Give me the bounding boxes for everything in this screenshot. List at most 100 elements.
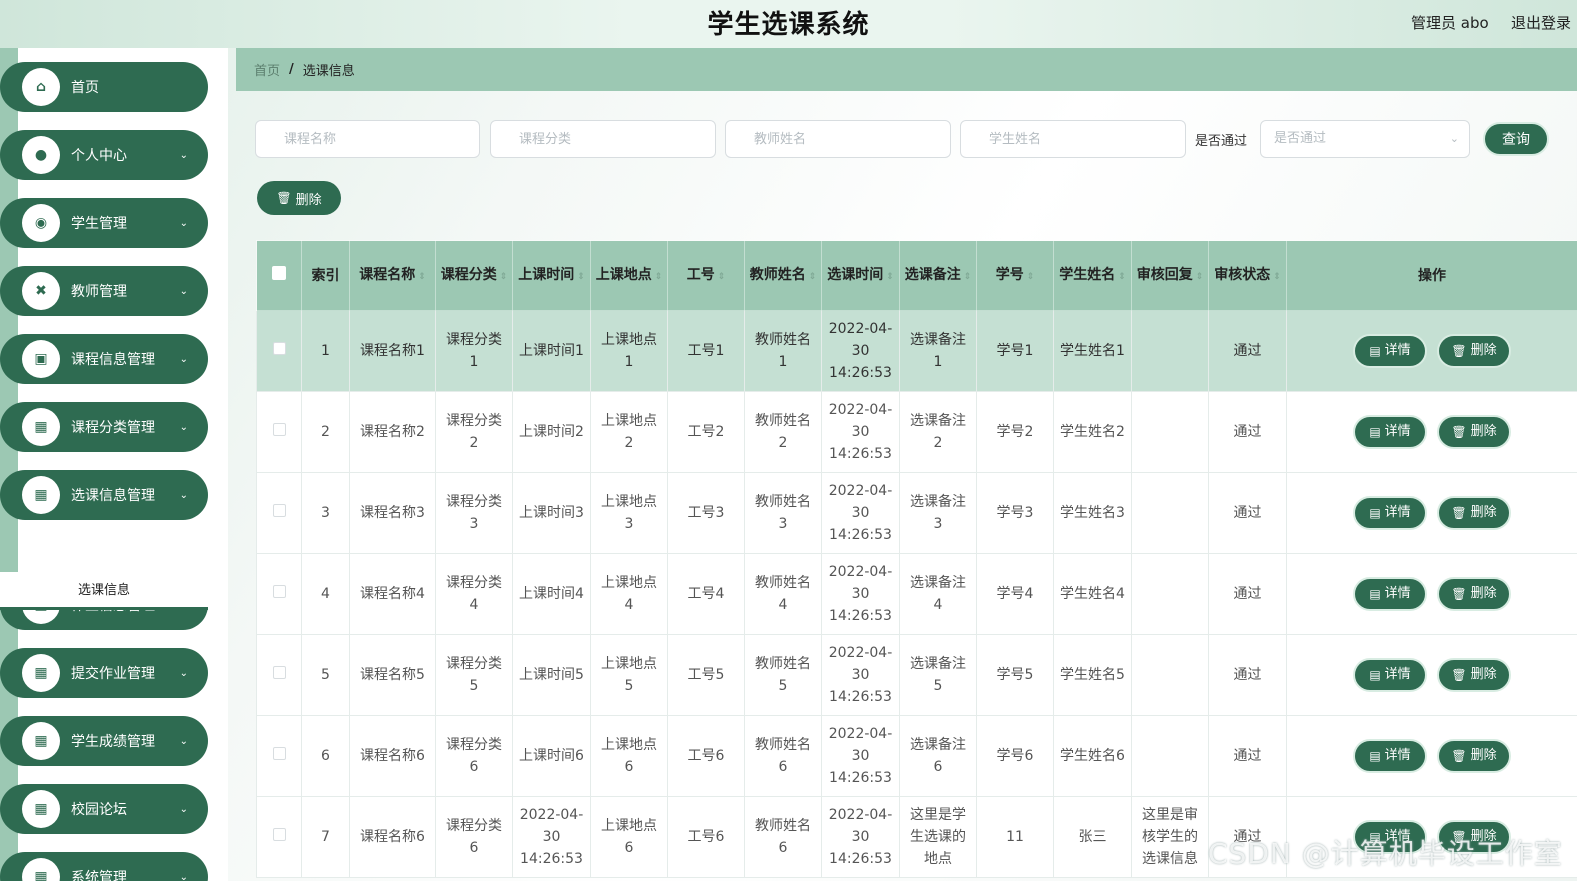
cell-class-time: 上课时间2: [512, 391, 591, 473]
row-checkbox[interactable]: [272, 828, 286, 841]
sort-icon[interactable]: ⇕: [809, 272, 817, 282]
table-header-row: 索引 课程名称 ⇕ 课程分类 ⇕ 上课时间 ⇕ 上课地点 ⇕ 工号 ⇕ 教师姓名 ⇕ 选课时间 ⇕ 选课备注 ⇕…: [256, 240, 1577, 311]
column-header[interactable]: 索引: [301, 240, 350, 311]
teacher-name-input[interactable]: [725, 120, 951, 158]
delete-button[interactable]: 🗑 删除: [1437, 739, 1511, 773]
passed-select[interactable]: 是否通过 ⌄: [1260, 120, 1470, 158]
sort-icon[interactable]: ⇕: [500, 272, 508, 282]
sidebar-item-11[interactable]: ▦ 系统管理 ⌄: [0, 852, 208, 881]
logout-button[interactable]: 退出登录: [1511, 12, 1571, 33]
cell-class-time: 上课时间5: [512, 634, 591, 716]
sidebar-item-label: 提交作业管理: [71, 666, 155, 682]
cell-student-name: 学生姓名1: [1053, 310, 1132, 392]
column-header[interactable]: 学生姓名 ⇕: [1053, 240, 1132, 311]
select-all-checkbox[interactable]: [272, 265, 286, 280]
trash-icon: 🗑: [276, 191, 292, 205]
breadcrumb: 首页 / 选课信息: [236, 48, 1577, 91]
course-name-input[interactable]: [255, 120, 480, 158]
sort-icon[interactable]: ⇕: [1027, 272, 1035, 282]
cell-select-time: 2022-04-30 14:26:53: [821, 391, 900, 473]
sort-icon[interactable]: ⇕: [655, 272, 663, 282]
sort-icon[interactable]: ⇕: [577, 272, 585, 282]
delete-button[interactable]: 🗑 删除: [1437, 577, 1511, 611]
cell-review-reply: [1131, 472, 1209, 554]
column-header[interactable]: 上课地点 ⇕: [590, 240, 668, 311]
column-header[interactable]: 选课备注 ⇕: [899, 240, 977, 311]
cell-teacher-id: 工号4: [667, 553, 745, 635]
row-checkbox-cell[interactable]: [256, 796, 302, 878]
sidebar-item-4[interactable]: ▣ 课程信息管理 ⌄: [0, 334, 208, 384]
row-checkbox-cell[interactable]: [256, 472, 302, 554]
sidebar-item-label: 课程分类管理: [71, 420, 155, 436]
detail-button[interactable]: ▤ 详情: [1353, 334, 1427, 368]
query-button[interactable]: 查询: [1483, 122, 1549, 156]
sidebar-item-9[interactable]: ▦ 学生成绩管理 ⌄: [0, 716, 208, 766]
row-checkbox-cell[interactable]: [256, 553, 302, 635]
chevron-down-icon: ⌄: [179, 667, 188, 679]
detail-button[interactable]: ▤ 详情: [1353, 739, 1427, 773]
course-category-input[interactable]: [490, 120, 716, 158]
sort-icon[interactable]: ⇕: [1273, 272, 1281, 282]
row-checkbox[interactable]: [272, 585, 286, 598]
cell-course-name: 课程名称6: [349, 796, 436, 878]
sort-icon[interactable]: ⇕: [1118, 272, 1126, 282]
cell-class-place: 上课地点6: [590, 796, 668, 878]
submenu-item-course-selection[interactable]: 选课信息: [0, 572, 208, 610]
sidebar-item-0[interactable]: ⌂ 首页: [0, 62, 208, 112]
sort-icon[interactable]: ⇕: [418, 272, 426, 282]
column-header-label: 上课时间: [518, 266, 575, 283]
row-checkbox-cell[interactable]: [256, 715, 302, 797]
delete-button[interactable]: 🗑 删除: [1437, 658, 1511, 692]
sort-icon[interactable]: ⇕: [1196, 272, 1204, 282]
cell-class-time: 上课时间3: [512, 472, 591, 554]
row-checkbox[interactable]: [272, 504, 286, 517]
column-header[interactable]: 工号 ⇕: [667, 240, 745, 311]
row-checkbox-cell[interactable]: [256, 634, 302, 716]
column-header[interactable]: 课程分类 ⇕: [435, 240, 513, 311]
detail-button[interactable]: ▤ 详情: [1353, 496, 1427, 530]
table-row: 6 课程名称6 课程分类6 上课时间6 上课地点6 工号6 教师姓名6 2022-04-30 …: [256, 715, 1577, 797]
row-checkbox[interactable]: [272, 342, 286, 355]
sidebar-item-5[interactable]: ▦ 课程分类管理 ⌄: [0, 402, 208, 452]
row-checkbox-cell[interactable]: [256, 310, 302, 392]
column-header-label: 上课地点: [595, 266, 652, 283]
detail-button[interactable]: ▤ 详情: [1353, 658, 1427, 692]
chevron-down-icon: ⌄: [179, 803, 188, 815]
sidebar-item-1[interactable]: ● 个人中心 ⌄: [0, 130, 208, 180]
delete-button[interactable]: 🗑 删除: [1437, 334, 1511, 368]
select-all-checkbox-cell[interactable]: [256, 240, 302, 311]
column-header[interactable]: 上课时间 ⇕: [512, 240, 591, 311]
detail-button[interactable]: ▤ 详情: [1353, 577, 1427, 611]
student-name-input[interactable]: [960, 120, 1186, 158]
sort-icon[interactable]: ⇕: [718, 272, 726, 282]
detail-button-label: 详情: [1384, 586, 1411, 601]
column-header[interactable]: 课程名称 ⇕: [349, 240, 436, 311]
column-header[interactable]: 学号 ⇕: [976, 240, 1054, 311]
breadcrumb-home[interactable]: 首页: [254, 60, 280, 79]
row-checkbox[interactable]: [272, 423, 286, 436]
sort-icon[interactable]: ⇕: [964, 272, 972, 282]
column-header-label: 选课备注: [904, 266, 961, 283]
chevron-down-icon: ⌄: [1449, 132, 1459, 145]
batch-delete-button[interactable]: 🗑 删除: [257, 181, 341, 215]
sidebar-item-8[interactable]: ▦ 提交作业管理 ⌄: [0, 648, 208, 698]
cell-course-category: 课程分类6: [435, 796, 513, 878]
sidebar-item-6[interactable]: ▦ 选课信息管理 ⌄: [0, 470, 208, 520]
row-checkbox[interactable]: [272, 747, 286, 760]
row-checkbox-cell[interactable]: [256, 391, 302, 473]
sidebar-item-3[interactable]: ✖ 教师管理 ⌄: [0, 266, 208, 316]
sort-icon[interactable]: ⇕: [886, 272, 894, 282]
cell-student-id: 11: [976, 796, 1054, 878]
detail-button[interactable]: ▤ 详情: [1353, 415, 1427, 449]
column-header[interactable]: 审核回复 ⇕: [1131, 240, 1209, 311]
sidebar-item-2[interactable]: ◉ 学生管理 ⌄: [0, 198, 208, 248]
column-header[interactable]: 选课时间 ⇕: [821, 240, 900, 311]
delete-button[interactable]: 🗑 删除: [1437, 415, 1511, 449]
passed-filter-label: 是否通过: [1195, 134, 1248, 149]
user-icon: ●: [22, 136, 60, 174]
sidebar-item-10[interactable]: ▦ 校园论坛 ⌄: [0, 784, 208, 834]
row-checkbox[interactable]: [272, 666, 286, 679]
column-header[interactable]: 审核状态 ⇕: [1208, 240, 1287, 311]
delete-button[interactable]: 🗑 删除: [1437, 496, 1511, 530]
column-header[interactable]: 教师姓名 ⇕: [744, 240, 822, 311]
